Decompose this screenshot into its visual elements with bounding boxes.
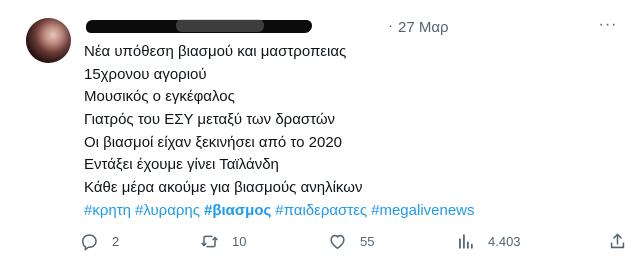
- hashtag-row: #κρητη #λυραρης #βιασμος #παιδεραστες #megal…: [84, 200, 604, 222]
- user-avatar[interactable]: [26, 18, 71, 63]
- tweet-card[interactable]: · 27 Μαρ ··· Νέα υπόθεση βιασμού και μασ…: [0, 0, 637, 259]
- tweet-line: 15χρονου αγοριού: [84, 65, 207, 83]
- redacted-handle: [176, 19, 264, 32]
- hashtag-link[interactable]: #βιασμος: [204, 202, 271, 219]
- share-icon: [610, 233, 625, 248]
- tweet-line: Οι βιασμοί είχαν ξεκινήσει από το 2020: [84, 133, 343, 151]
- views-count: 4.403: [488, 233, 521, 249]
- like-count: 55: [360, 233, 375, 249]
- tweet-line: Νέα υπόθεση βιασμού και μαστροπειας: [84, 43, 347, 60]
- tweet-line: Εντάξει έχουμε γίνει Ταϊλάνδη: [84, 156, 279, 174]
- tweet-actions: 2 10 55 4.403: [78, 230, 628, 254]
- header-separator: ·: [388, 17, 393, 34]
- tweet-header: · 27 Μαρ: [84, 16, 624, 38]
- like-button[interactable]: 55: [328, 230, 374, 252]
- tweet-line: Γιατρός του ΕΣΥ μεταξύ των δραστών: [84, 111, 336, 129]
- views-icon: [459, 233, 473, 249]
- hashtag-link[interactable]: #παιδεραστες: [275, 202, 367, 219]
- tweet-text: Νέα υπόθεση βιασμού και μαστροπειας 15χρ…: [84, 41, 604, 222]
- retweet-icon: [201, 235, 218, 247]
- tweet-date[interactable]: 27 Μαρ: [398, 19, 449, 36]
- retweet-count: 10: [232, 233, 247, 249]
- reply-button[interactable]: 2: [80, 230, 119, 252]
- share-button[interactable]: [608, 230, 627, 252]
- heart-icon: [330, 234, 345, 249]
- hashtag-link[interactable]: #megalivenews: [371, 202, 474, 219]
- retweet-button[interactable]: 10: [200, 230, 246, 252]
- tweet-line: Κάθε μέρα ακούμε για βιασμούς ανηλίκων: [84, 179, 363, 197]
- tweet-line: Μουσικός ο εγκέφαλος: [84, 88, 235, 106]
- hashtag-link[interactable]: #λυραρης: [135, 202, 200, 219]
- reply-count: 2: [112, 233, 120, 249]
- more-options-icon[interactable]: ···: [594, 17, 622, 36]
- hashtag-link[interactable]: #κρητη: [84, 202, 131, 219]
- reply-icon: [82, 233, 97, 251]
- views-button[interactable]: 4.403: [456, 230, 521, 252]
